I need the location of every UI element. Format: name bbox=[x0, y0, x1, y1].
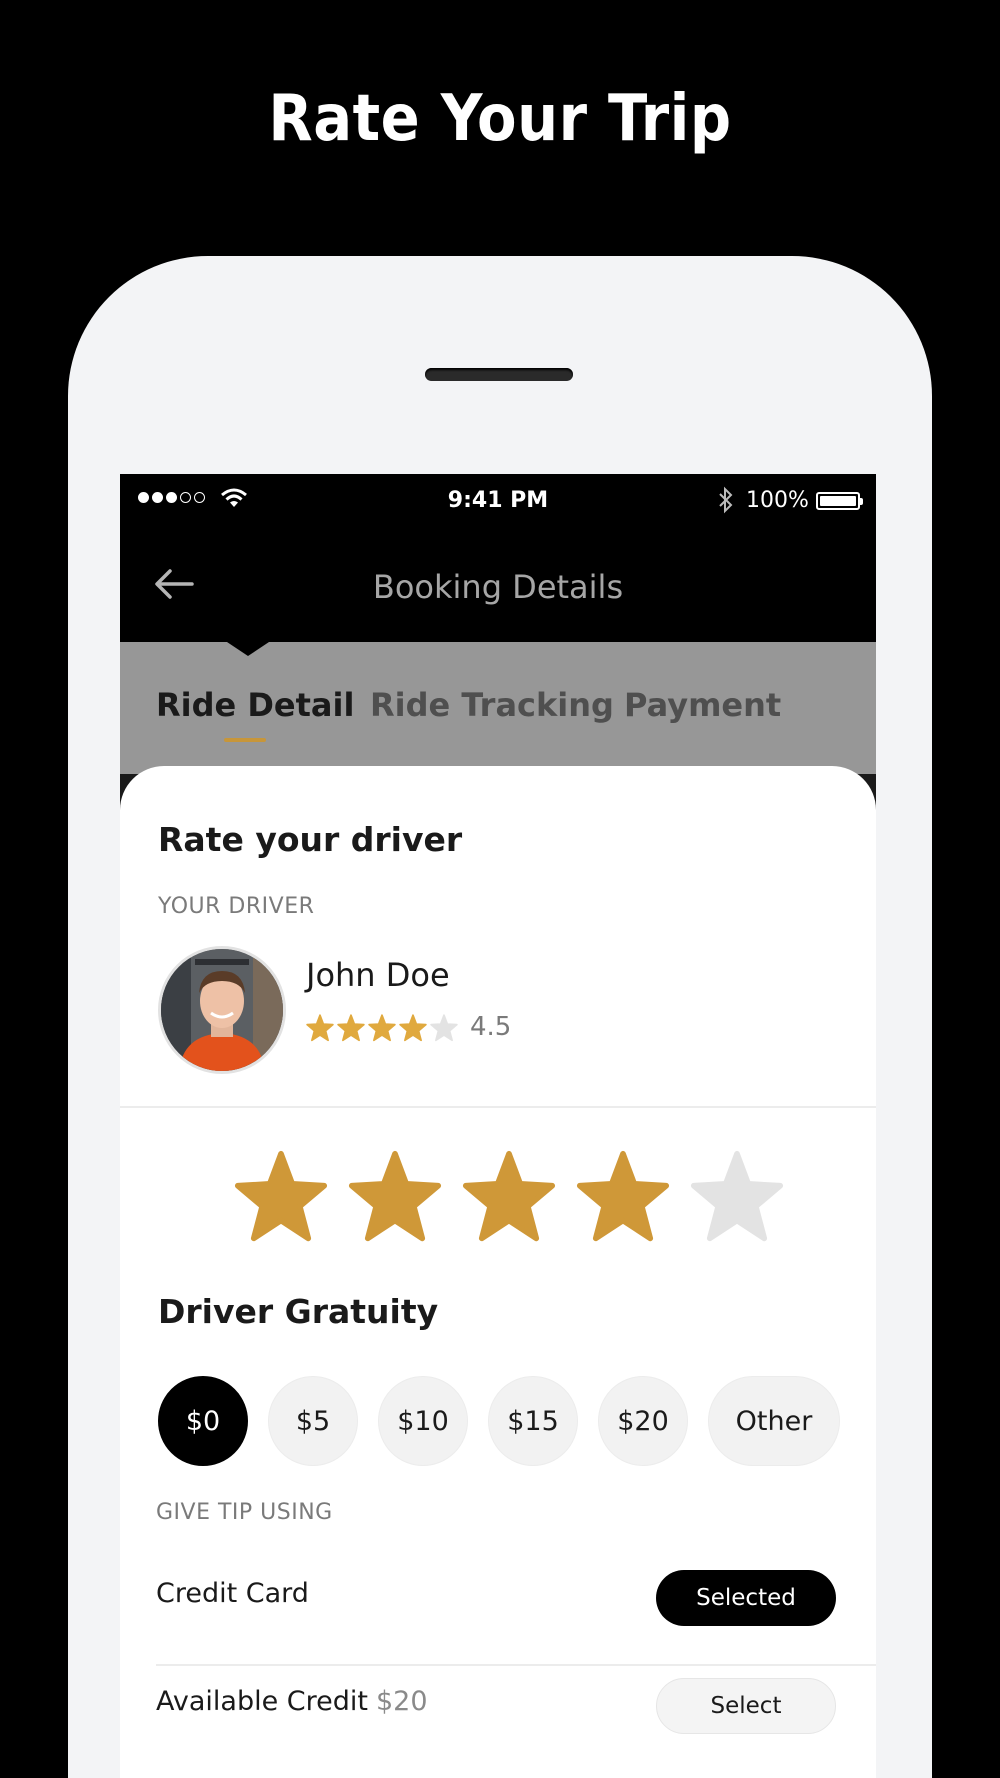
star-filled-icon[interactable] bbox=[348, 1150, 442, 1244]
phone-frame: 9:41 PM 100% Booking Details Ride Detail… bbox=[68, 256, 932, 1778]
divider bbox=[120, 1106, 876, 1108]
select-button[interactable]: Select bbox=[656, 1678, 836, 1734]
your-driver-label: YOUR DRIVER bbox=[158, 894, 315, 919]
driver-stars bbox=[306, 1014, 458, 1042]
tip-option-20[interactable]: $20 bbox=[598, 1376, 688, 1466]
battery-icon bbox=[816, 492, 863, 510]
payment-row-available-credit: Available Credit $20 Select bbox=[156, 1656, 876, 1756]
selected-button[interactable]: Selected bbox=[656, 1570, 836, 1626]
payment-row-credit-card: Credit Card Selected bbox=[156, 1548, 876, 1648]
tip-option-0[interactable]: $0 bbox=[158, 1376, 248, 1466]
star-filled-icon bbox=[368, 1014, 396, 1042]
credit-amount: $20 bbox=[376, 1686, 428, 1717]
nav-bar: Booking Details bbox=[120, 528, 876, 642]
payment-method-label: Available Credit $20 bbox=[156, 1686, 428, 1717]
tab-ride-tracking[interactable]: Ride Tracking bbox=[370, 686, 614, 724]
tab-payment[interactable]: Payment bbox=[624, 686, 781, 724]
tip-option-10[interactable]: $10 bbox=[378, 1376, 468, 1466]
nav-pointer bbox=[227, 642, 269, 656]
star-filled-icon[interactable] bbox=[234, 1150, 328, 1244]
star-empty-icon[interactable] bbox=[690, 1150, 784, 1244]
star-filled-icon[interactable] bbox=[576, 1150, 670, 1244]
rate-driver-heading: Rate your driver bbox=[158, 820, 463, 859]
gratuity-heading: Driver Gratuity bbox=[158, 1292, 439, 1331]
driver-name: John Doe bbox=[306, 956, 450, 994]
driver-rating-value: 4.5 bbox=[470, 1012, 512, 1042]
tab-ride-detail[interactable]: Ride Detail bbox=[156, 686, 354, 724]
give-tip-label: GIVE TIP USING bbox=[156, 1500, 333, 1525]
star-filled-icon bbox=[399, 1014, 427, 1042]
active-tab-indicator bbox=[224, 738, 266, 742]
tip-option-15[interactable]: $15 bbox=[488, 1376, 578, 1466]
star-filled-icon bbox=[306, 1014, 334, 1042]
star-empty-icon bbox=[430, 1014, 458, 1042]
status-bar: 9:41 PM 100% bbox=[120, 474, 876, 528]
app-screen: 9:41 PM 100% Booking Details Ride Detail… bbox=[120, 474, 876, 1778]
battery-percent: 100% bbox=[746, 488, 809, 513]
star-filled-icon bbox=[337, 1014, 365, 1042]
headline: Rate Your Trip bbox=[268, 82, 732, 156]
bluetooth-icon bbox=[719, 486, 733, 514]
payment-method-label: Credit Card bbox=[156, 1578, 309, 1609]
star-rating-input[interactable] bbox=[234, 1150, 784, 1244]
driver-avatar bbox=[158, 946, 286, 1074]
tip-option-other[interactable]: Other bbox=[708, 1376, 840, 1466]
tip-option-5[interactable]: $5 bbox=[268, 1376, 358, 1466]
rating-card: Rate your driver YOUR DRIVER John Doe 4.… bbox=[120, 766, 876, 1778]
star-filled-icon[interactable] bbox=[462, 1150, 556, 1244]
phone-speaker bbox=[425, 368, 573, 381]
tip-options: $0 $5 $10 $15 $20 Other bbox=[158, 1376, 840, 1466]
page-title: Booking Details bbox=[372, 568, 624, 606]
